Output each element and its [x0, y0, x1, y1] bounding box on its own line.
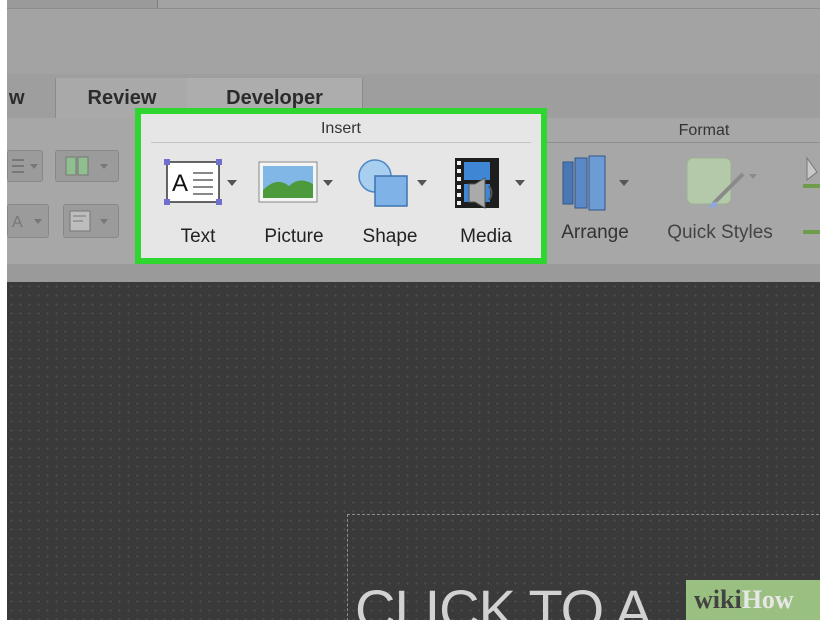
- watermark-suffix: How: [741, 585, 794, 614]
- toolbar-segment: [7, 0, 158, 8]
- ribbon-footer: [7, 264, 820, 282]
- svg-text:A: A: [172, 170, 188, 197]
- format-group-divider: [547, 142, 820, 143]
- quick-styles-button[interactable]: Quick Styles: [655, 154, 785, 264]
- shape-icon: [358, 159, 427, 207]
- watermark-prefix: wiki: [694, 585, 742, 614]
- insert-group-title: Insert: [320, 120, 361, 137]
- picture-icon: [258, 161, 333, 203]
- bullets-button[interactable]: [7, 150, 43, 182]
- insert-media-button[interactable]: Media: [441, 154, 531, 254]
- align-text-icon: [69, 210, 108, 232]
- bullets-icon: [12, 159, 38, 173]
- columns-icon: [65, 156, 108, 176]
- format-group-title: Format: [678, 122, 730, 139]
- text-direction-icon: A: [12, 214, 42, 231]
- insert-shape-button[interactable]: Shape: [345, 154, 435, 254]
- align-text-button[interactable]: [63, 204, 119, 238]
- text-box-icon: A: [164, 159, 237, 205]
- window-title-bar: [7, 0, 820, 74]
- wikihow-watermark: wiki How: [686, 580, 820, 620]
- text-direction-button[interactable]: A: [7, 204, 49, 238]
- shape-fill-button[interactable]: [797, 148, 820, 248]
- insert-text-label: Text: [180, 226, 216, 247]
- tab-view[interactable]: w: [7, 78, 55, 118]
- insert-picture-button[interactable]: Picture: [249, 154, 339, 254]
- svg-text:A: A: [12, 214, 23, 231]
- insert-group: Insert A Text Picture Shape Media: [135, 108, 547, 264]
- arrange-icon: [562, 155, 629, 211]
- title-bar-divider: [7, 8, 820, 9]
- quick-styles-icon: [686, 157, 757, 208]
- slide-canvas[interactable]: CLICK TO A: [7, 282, 820, 620]
- media-icon: [455, 158, 525, 209]
- insert-media-label: Media: [460, 226, 512, 247]
- arrange-button[interactable]: Arrange: [555, 154, 635, 264]
- screenshot-frame: w Review Developer A Format Arrange Quic…: [7, 0, 820, 620]
- paint-bucket-icon: [803, 156, 820, 234]
- insert-shape-label: Shape: [362, 226, 418, 247]
- quick-styles-label: Quick Styles: [667, 222, 773, 243]
- paragraph-group: A: [7, 148, 132, 248]
- insert-group-divider: [151, 142, 531, 143]
- title-placeholder-text: CLICK TO A: [355, 578, 652, 620]
- insert-picture-label: Picture: [264, 226, 324, 247]
- arrange-label: Arrange: [561, 222, 629, 243]
- insert-text-button[interactable]: A Text: [153, 154, 243, 254]
- columns-button[interactable]: [55, 150, 119, 182]
